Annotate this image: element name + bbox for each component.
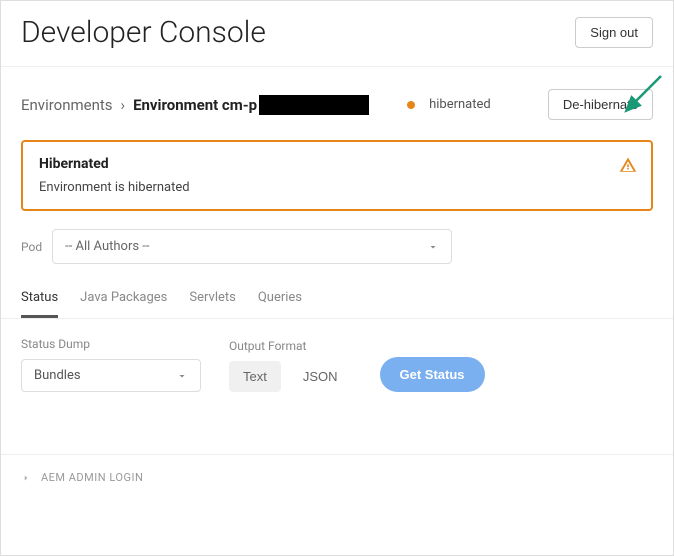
chevron-right-icon [21,473,31,483]
tab-java-packages[interactable]: Java Packages [80,290,167,318]
pod-selected-value: -- All Authors -- [65,239,149,254]
alert-message: Environment is hibernated [39,180,635,195]
format-json-button[interactable]: JSON [289,361,352,392]
tab-queries[interactable]: Queries [258,290,302,318]
output-format-label: Output Format [229,339,352,353]
status-dump-value: Bundles [34,368,81,383]
breadcrumb: Environments › Environment cm-p [21,95,369,115]
alert-box: Hibernated Environment is hibernated [21,140,653,211]
dehibernate-button[interactable]: De-hibernate [548,89,653,120]
status-dot-icon [407,101,415,109]
page-title: Developer Console [21,15,266,50]
tabs: Status Java Packages Servlets Queries [1,278,673,319]
format-text-button[interactable]: Text [229,361,281,392]
admin-login-toggle[interactable]: AEM ADMIN LOGIN [1,454,673,500]
pod-select[interactable]: -- All Authors -- [52,229,452,264]
warning-icon [619,156,637,178]
redacted-block [259,95,369,115]
env-status-label: hibernated [429,97,491,112]
tab-status[interactable]: Status [21,290,58,318]
tab-servlets[interactable]: Servlets [189,290,235,318]
get-status-button[interactable]: Get Status [380,357,485,392]
signout-button[interactable]: Sign out [575,17,653,48]
breadcrumb-separator: › [121,96,126,114]
breadcrumb-root[interactable]: Environments [21,96,113,114]
chevron-down-icon [427,241,439,253]
status-dump-label: Status Dump [21,337,201,351]
chevron-down-icon [176,370,188,382]
breadcrumb-current: Environment cm-p [133,95,369,115]
alert-title: Hibernated [39,156,635,172]
pod-label: Pod [21,240,42,254]
status-dump-select[interactable]: Bundles [21,359,201,392]
admin-login-label: AEM ADMIN LOGIN [41,471,143,484]
